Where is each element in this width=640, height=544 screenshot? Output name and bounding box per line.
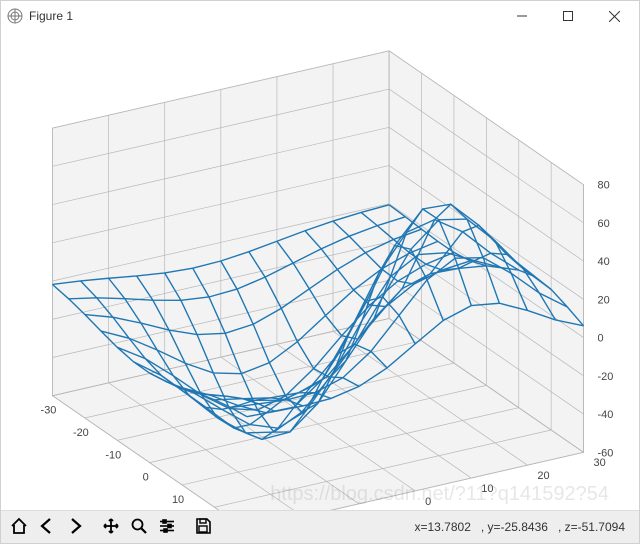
svg-text:-20: -20 [598, 371, 614, 383]
svg-text:-40: -40 [598, 409, 614, 421]
titlebar: Figure 1 [1, 1, 639, 31]
status-x: x=13.7802 [414, 520, 470, 534]
configure-button[interactable] [154, 514, 180, 540]
zoom-button[interactable] [126, 514, 152, 540]
svg-text:10: 10 [481, 483, 493, 495]
arrow-left-icon [38, 517, 56, 538]
forward-button[interactable] [62, 514, 88, 540]
pan-icon [102, 517, 120, 538]
window-title: Figure 1 [29, 9, 73, 23]
close-button[interactable] [591, 1, 637, 31]
toolbar-separator [181, 514, 189, 540]
status-z: , z=-51.7094 [558, 520, 625, 534]
axes3d: -60-40-20020406080 -30-20-100102030 -30-… [1, 31, 639, 510]
svg-text:0: 0 [598, 333, 604, 345]
svg-text:20: 20 [537, 470, 549, 482]
svg-text:-10: -10 [105, 449, 121, 461]
svg-text:0: 0 [143, 472, 149, 484]
svg-text:60: 60 [598, 218, 610, 230]
status-readout: x=13.7802 , y=-25.8436 , z=-51.7094 [217, 520, 635, 534]
svg-text:80: 80 [598, 180, 610, 192]
magnifier-icon [130, 517, 148, 538]
maximize-button[interactable] [545, 1, 591, 31]
svg-text:-10: -10 [369, 509, 385, 510]
back-button[interactable] [34, 514, 60, 540]
save-icon [194, 517, 212, 538]
svg-text:-20: -20 [73, 427, 89, 439]
save-button[interactable] [190, 514, 216, 540]
pan-button[interactable] [98, 514, 124, 540]
status-y: , y=-25.8436 [481, 520, 548, 534]
home-icon [10, 517, 28, 538]
svg-text:0: 0 [425, 496, 431, 508]
figure-window: Figure 1 -60-40-20020406080 -30-20-10010… [0, 0, 640, 544]
svg-text:20: 20 [598, 294, 610, 306]
svg-text:30: 30 [594, 457, 606, 469]
matplotlib-icon [7, 8, 23, 24]
toolbar-separator [89, 514, 97, 540]
sliders-icon [158, 517, 176, 538]
minimize-button[interactable] [499, 1, 545, 31]
nav-toolbar: x=13.7802 , y=-25.8436 , z=-51.7094 [1, 510, 639, 543]
svg-text:40: 40 [598, 256, 610, 268]
svg-text:-30: -30 [41, 405, 57, 417]
svg-text:10: 10 [172, 494, 184, 506]
plot-canvas[interactable]: -60-40-20020406080 -30-20-100102030 -30-… [1, 31, 639, 510]
arrow-right-icon [66, 517, 84, 538]
home-button[interactable] [6, 514, 32, 540]
